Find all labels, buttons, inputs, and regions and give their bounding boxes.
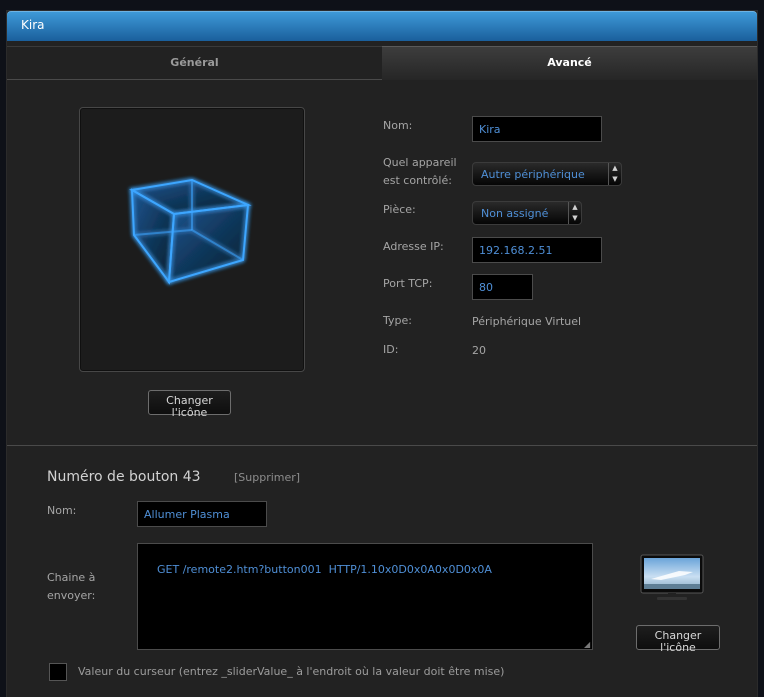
window: Kira Général Avancé Changer l'icône Nom:… <box>6 10 758 697</box>
port-label: Port TCP: <box>383 277 433 290</box>
ip-label: Adresse IP: <box>383 240 444 253</box>
room-select[interactable]: Non assigné ▲ ▼ <box>472 201 582 225</box>
command-textarea[interactable]: GET /remote2.htm?button001 HTTP/1.10x0D0… <box>137 543 593 650</box>
tcp-port-input[interactable]: 80 <box>472 274 533 300</box>
room-label: Pièce: <box>383 203 416 216</box>
id-label: ID: <box>383 343 399 356</box>
change-button-icon-button[interactable]: Changer l'icône <box>636 625 720 654</box>
tab-avance[interactable]: Avancé <box>382 46 757 80</box>
change-icon-label-2: l'icône <box>660 641 696 654</box>
slider-value-checkbox[interactable] <box>49 663 67 681</box>
controlled-device-select[interactable]: Autre périphérique ▲ ▼ <box>472 162 622 186</box>
controlled-device-label-2: est contrôlé: <box>383 174 452 187</box>
tv-icon <box>640 554 704 600</box>
resize-handle-icon[interactable]: ◢ <box>584 641 591 649</box>
id-value: 20 <box>472 344 486 357</box>
command-label-1: Chaine à <box>47 571 96 584</box>
type-label: Type: <box>383 314 412 327</box>
button-name-input[interactable]: Allumer Plasma <box>137 501 267 527</box>
command-label-2: envoyer: <box>47 589 96 602</box>
tab-general[interactable]: Général <box>7 46 382 80</box>
device-name-input[interactable]: Kira <box>472 116 602 142</box>
name-label: Nom: <box>383 119 413 132</box>
select-arrows-icon: ▲ ▼ <box>568 202 581 224</box>
controlled-device-value: Autre périphérique <box>481 168 585 181</box>
window-title: Kira <box>21 18 45 32</box>
button-section-title: Numéro de bouton 43 <box>47 469 201 485</box>
device-icon-frame <box>79 107 305 372</box>
command-text: GET /remote2.htm?button001 HTTP/1.10x0D0… <box>157 563 492 576</box>
change-device-icon-button[interactable]: Changer l'icône <box>148 390 231 419</box>
room-value: Non assigné <box>481 207 549 220</box>
controlled-device-label-1: Quel appareil <box>383 156 457 169</box>
title-bar: Kira <box>7 11 757 41</box>
ip-address-input[interactable]: 192.168.2.51 <box>472 237 602 263</box>
controlled-device-label: Quel appareil est contrôlé: <box>383 154 457 190</box>
button-name-label: Nom: <box>47 504 77 517</box>
section-divider <box>7 445 757 446</box>
slider-value-label: Valeur du curseur (entrez _sliderValue_ … <box>78 665 505 678</box>
change-icon-label-2: l'icône <box>171 406 208 419</box>
command-label: Chaine à envoyer: <box>47 569 95 605</box>
type-value: Périphérique Virtuel <box>472 315 582 328</box>
select-arrows-icon: ▲ ▼ <box>608 163 621 185</box>
delete-button-link[interactable]: [Supprimer] <box>234 471 300 484</box>
wireframe-cube-icon <box>129 178 252 285</box>
